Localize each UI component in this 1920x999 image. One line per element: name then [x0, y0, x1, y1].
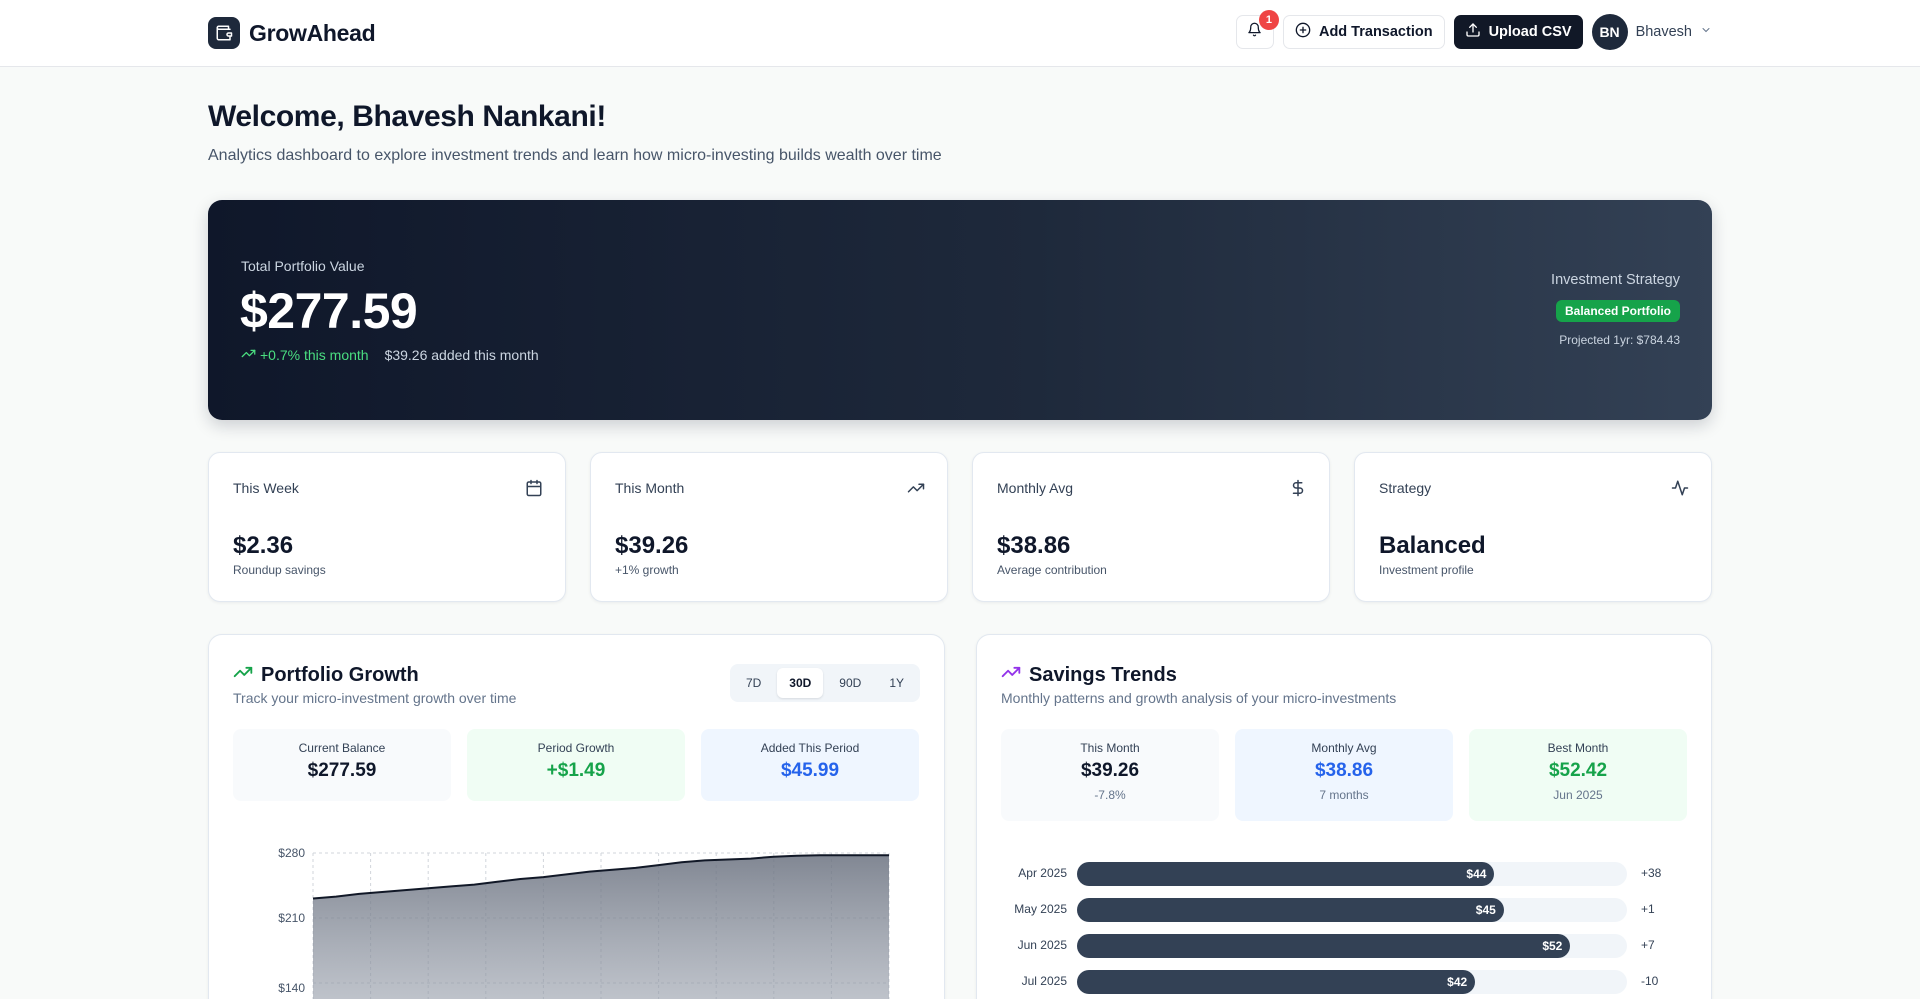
portfolio-growth-chart: $280 $210 $140: [278, 846, 890, 999]
trend-track: $42: [1077, 970, 1627, 994]
growth-area: [313, 855, 889, 999]
portfolio-growth-panel: Portfolio Growth Track your micro-invest…: [208, 634, 945, 999]
mini-label: This Month: [1080, 741, 1140, 755]
user-menu[interactable]: BN Bhavesh: [1591, 14, 1712, 50]
stat-value: Balanced: [1379, 532, 1486, 559]
upload-csv-label: Upload CSV: [1488, 24, 1572, 40]
trend-month: Jun 2025: [1017, 938, 1067, 952]
best-month-tile: Best Month $52.42 Jun 2025: [1469, 729, 1687, 821]
trend-row: Apr 2025 $44 +38: [1001, 862, 1681, 886]
upload-icon: [1465, 22, 1481, 42]
user-name: Bhavesh: [1635, 24, 1692, 40]
stat-subtext: Average contribution: [997, 563, 1107, 577]
trend-month: Jul 2025: [1021, 974, 1067, 988]
top-nav-bar: GrowAhead 1 Add Transaction Upload CSV B…: [0, 0, 1920, 67]
trend-change: -10: [1641, 974, 1659, 988]
mini-note: 7 months: [1319, 788, 1369, 802]
trend-track: $44: [1077, 862, 1627, 886]
trend-row: May 2025 $45 +1: [1001, 898, 1681, 922]
mini-note: -7.8%: [1094, 788, 1126, 802]
trend-track: $45: [1077, 898, 1627, 922]
page-subtitle: Analytics dashboard to explore investmen…: [208, 147, 942, 164]
trend-track: $52: [1077, 934, 1627, 958]
trend-month: Apr 2025: [1018, 866, 1067, 880]
projected-value: Projected 1yr: $784.43: [1559, 333, 1680, 347]
notifications-button[interactable]: 1: [1235, 10, 1279, 49]
savings-trends-panel: Savings Trends Monthly patterns and grow…: [976, 634, 1712, 999]
trend-bar-value: $45: [1475, 903, 1496, 917]
mini-value: $39.26: [1080, 760, 1140, 781]
plus-circle-icon: [1295, 22, 1311, 42]
stat-value: $39.26: [615, 532, 689, 559]
calendar-icon: [525, 479, 543, 497]
header-actions: 1 Add Transaction Upload CSV BN Bhavesh: [1235, 10, 1712, 50]
notification-count-badge: 1: [1258, 10, 1279, 30]
avatar: BN: [1591, 14, 1628, 50]
trend-bar: $45: [1077, 898, 1504, 922]
monthly-growth-text: +0.7% this month: [260, 347, 369, 363]
stat-title: Strategy: [1379, 480, 1432, 496]
trending-up-icon: [907, 479, 925, 497]
chevron-down-icon: [1700, 23, 1712, 41]
portfolio-value-label: Total Portfolio Value: [241, 258, 365, 274]
stat-subtext: Roundup savings: [233, 563, 326, 577]
stat-card-this-month: This Month $39.26 +1% growth: [590, 452, 948, 602]
stat-value: $38.86: [997, 532, 1071, 559]
trending-up-icon: [1001, 662, 1021, 688]
investment-strategy: Investment Strategy Balanced Portfolio P…: [1551, 272, 1680, 347]
trend-change: +1: [1641, 902, 1655, 916]
mini-value: $52.42: [1548, 760, 1608, 781]
trend-row: Jun 2025 $52 +7: [1001, 934, 1681, 958]
y-tick-label: $210: [278, 911, 305, 925]
stat-value: $2.36: [233, 532, 294, 559]
trend-bar: $52: [1077, 934, 1571, 958]
stat-subtext: Investment profile: [1379, 563, 1474, 577]
stat-card-this-week: This Week $2.36 Roundup savings: [208, 452, 566, 602]
stat-card-strategy: Strategy Balanced Investment profile: [1354, 452, 1712, 602]
trend-month: May 2025: [1014, 902, 1067, 916]
strategy-badge: Balanced Portfolio: [1555, 300, 1680, 322]
portfolio-hero-card: Total Portfolio Value $277.59 +0.7% this…: [208, 200, 1712, 420]
this-month-tile: This Month $39.26 -7.8%: [1001, 729, 1219, 821]
activity-icon: [1671, 479, 1689, 497]
trend-bar-value: $42: [1447, 975, 1468, 989]
trend-bar: $44: [1077, 862, 1495, 886]
trend-change: +7: [1641, 938, 1655, 952]
added-this-month: $39.26 added this month: [384, 347, 539, 363]
stat-subtext: +1% growth: [615, 563, 679, 577]
strategy-label: Investment Strategy: [1551, 272, 1680, 288]
upload-csv-button[interactable]: Upload CSV: [1453, 15, 1583, 49]
panel-subtitle: Monthly patterns and growth analysis of …: [1001, 690, 1397, 706]
trend-bar-value: $44: [1466, 867, 1487, 881]
stat-card-monthly-avg: Monthly Avg $38.86 Average contribution: [972, 452, 1330, 602]
mini-note: Jun 2025: [1553, 788, 1603, 802]
trend-change: +38: [1641, 866, 1662, 880]
y-tick-label: $140: [278, 981, 305, 995]
dollar-icon: [1289, 479, 1307, 497]
trending-up-icon: [241, 346, 256, 364]
wallet-icon: [208, 17, 240, 49]
mini-label: Monthly Avg: [1311, 741, 1377, 755]
monthly-growth: +0.7% this month: [241, 346, 369, 364]
page-title: Welcome, Bhavesh Nankani!: [208, 100, 606, 133]
hero-stats: +0.7% this month $39.26 added this month: [241, 346, 539, 364]
mini-value: $38.86: [1314, 760, 1374, 781]
brand[interactable]: GrowAhead: [208, 17, 376, 49]
stat-title: Monthly Avg: [997, 480, 1074, 496]
add-transaction-button[interactable]: Add Transaction: [1282, 15, 1445, 49]
trend-row: Jul 2025 $42 -10: [1001, 970, 1681, 994]
monthly-avg-tile: Monthly Avg $38.86 7 months: [1235, 729, 1453, 821]
trend-bar-value: $52: [1542, 939, 1563, 953]
add-transaction-label: Add Transaction: [1318, 24, 1433, 40]
brand-name: GrowAhead: [249, 19, 376, 46]
y-tick-label: $280: [278, 846, 305, 860]
panel-title: Savings Trends: [1001, 662, 1177, 688]
stat-title: This Month: [615, 480, 685, 496]
portfolio-value: $277.59: [240, 283, 418, 339]
mini-label: Best Month: [1547, 741, 1609, 755]
stat-title: This Week: [233, 480, 299, 496]
savings-trends-title: Savings Trends: [1029, 663, 1177, 686]
trend-bar: $42: [1077, 970, 1476, 994]
